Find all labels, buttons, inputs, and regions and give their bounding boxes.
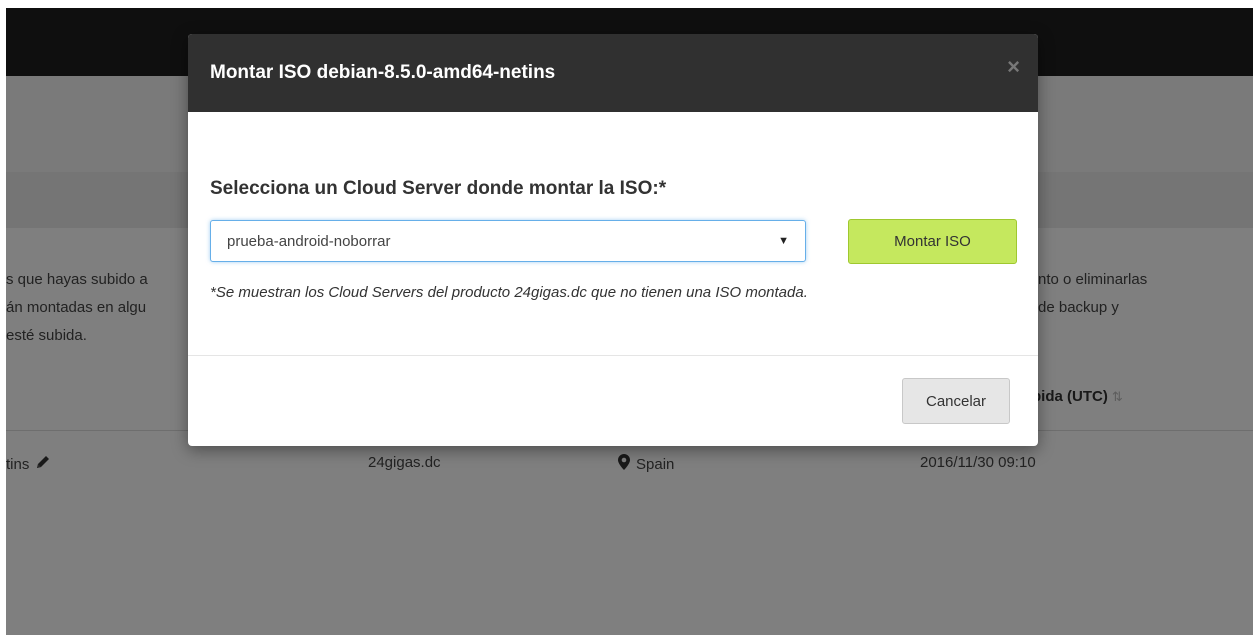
modal-body: Selecciona un Cloud Server donde montar … xyxy=(188,112,1038,356)
mount-iso-button[interactable]: Montar ISO xyxy=(848,219,1017,264)
mount-iso-modal: Montar ISO debian-8.5.0-amd64-netins × S… xyxy=(188,34,1038,446)
modal-title: Montar ISO debian-8.5.0-amd64-netins xyxy=(210,62,556,83)
caret-down-icon: ▼ xyxy=(778,235,789,247)
close-icon[interactable]: × xyxy=(1007,56,1020,78)
cancel-button[interactable]: Cancelar xyxy=(902,378,1010,424)
help-text: *Se muestran los Cloud Servers del produ… xyxy=(210,284,808,301)
cloud-server-label: Selecciona un Cloud Server donde montar … xyxy=(210,178,667,199)
cloud-server-select[interactable]: prueba-android-noborrar ▼ xyxy=(210,220,806,262)
modal-header: Montar ISO debian-8.5.0-amd64-netins × xyxy=(188,34,1038,112)
selected-server: prueba-android-noborrar xyxy=(227,232,391,250)
modal-footer: Cancelar xyxy=(188,356,1038,446)
